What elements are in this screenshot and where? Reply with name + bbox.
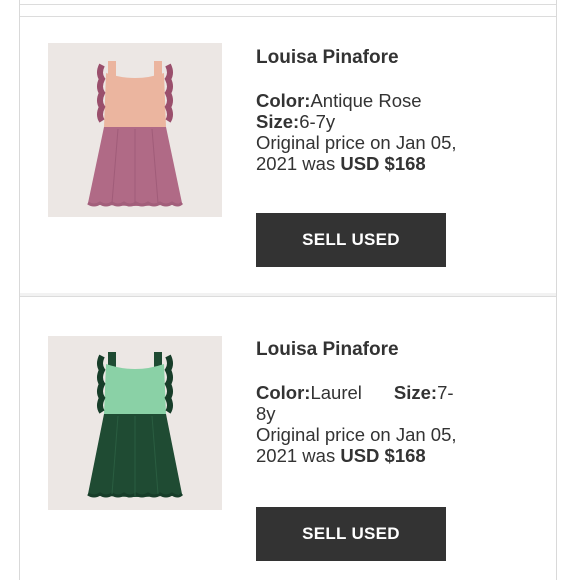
price-prefix: 2021 was bbox=[256, 445, 341, 466]
sell-used-button[interactable]: SELL USED bbox=[256, 213, 446, 267]
size-label: Size: bbox=[393, 382, 438, 403]
color-label: Color: bbox=[256, 90, 311, 111]
product-image[interactable] bbox=[48, 43, 222, 217]
product-info: Louisa Pinafore Color:Laurel Size:7- 8y O… bbox=[256, 339, 536, 466]
size-label: Size: bbox=[256, 111, 300, 132]
product-card: Louisa Pinafore Color:Laurel Size:7- 8y O… bbox=[20, 296, 556, 573]
size-row: Size:6-7y bbox=[256, 111, 536, 132]
color-value: Antique Rose bbox=[310, 90, 422, 111]
color-label: Color: bbox=[256, 382, 311, 403]
product-info: Louisa Pinafore Color:Antique Rose Size:… bbox=[256, 47, 536, 174]
product-image[interactable] bbox=[48, 336, 222, 510]
price-line-2: 2021 was USD $168 bbox=[256, 445, 536, 466]
divider bbox=[20, 4, 556, 5]
product-title[interactable]: Louisa Pinafore bbox=[256, 47, 536, 68]
product-title[interactable]: Louisa Pinafore bbox=[256, 339, 536, 360]
size-value: 7- bbox=[437, 382, 454, 403]
order-list: Louisa Pinafore Color:Antique Rose Size:… bbox=[19, 0, 557, 580]
color-value: Laurel bbox=[310, 382, 362, 403]
price-value: USD $168 bbox=[340, 153, 426, 174]
price-line-2: 2021 was USD $168 bbox=[256, 153, 536, 174]
price-prefix: 2021 was bbox=[256, 153, 341, 174]
color-row: Color:Antique Rose bbox=[256, 90, 536, 111]
color-size-row: Color:Laurel Size:7- bbox=[256, 382, 536, 403]
price-line-1: Original price on Jan 05, bbox=[256, 132, 457, 153]
product-card: Louisa Pinafore Color:Antique Rose Size:… bbox=[20, 17, 556, 293]
price-value: USD $168 bbox=[340, 445, 426, 466]
size-value: 6-7y bbox=[299, 111, 336, 132]
price-line-1: Original price on Jan 05, bbox=[256, 424, 457, 445]
sell-used-button[interactable]: SELL USED bbox=[256, 507, 446, 561]
size-value-wrap: 8y bbox=[256, 403, 276, 424]
